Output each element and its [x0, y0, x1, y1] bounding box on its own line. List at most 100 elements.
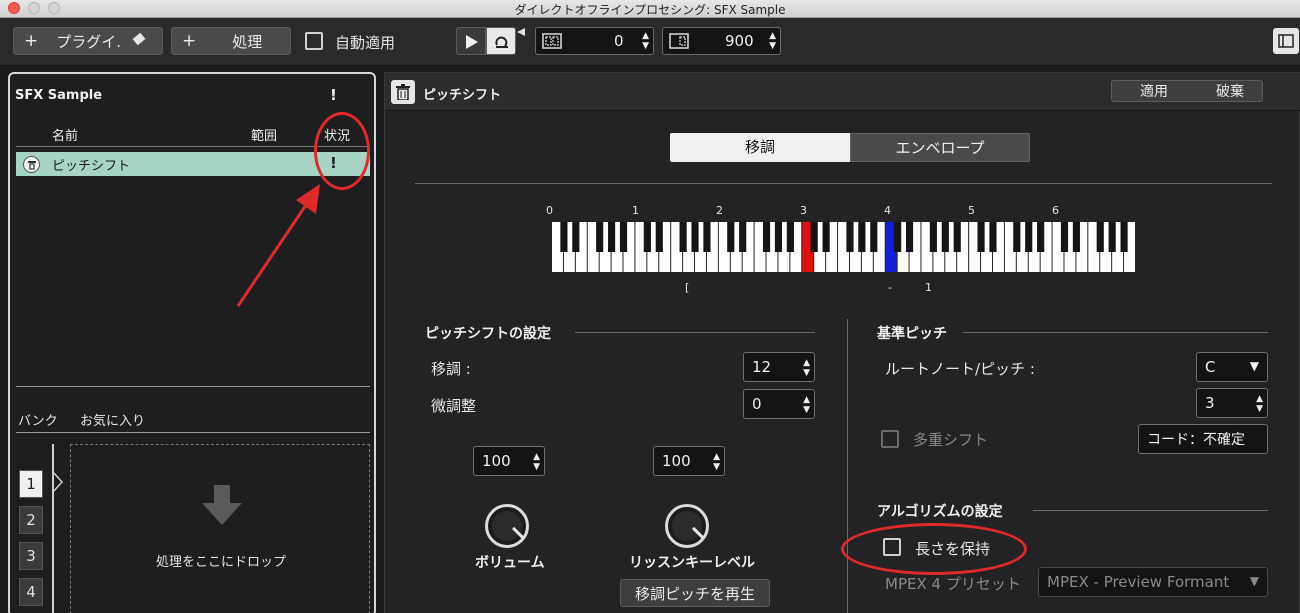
delete-button[interactable] — [391, 80, 415, 104]
black-key[interactable] — [762, 222, 771, 252]
bank-1-button[interactable]: 1 — [19, 470, 43, 498]
pre-roll-value: 0 — [614, 32, 624, 50]
up-down-icon[interactable]: ▲ ▼ — [713, 452, 720, 472]
fine-tune-input[interactable]: 0 ▲ ▼ — [743, 389, 815, 419]
eraser-icon — [131, 31, 147, 51]
black-key[interactable] — [655, 222, 663, 252]
drop-zone-label: 処理をここにドロップ — [155, 555, 286, 570]
transpose-input[interactable]: 12 ▲ ▼ — [743, 352, 815, 382]
black-key[interactable] — [858, 222, 866, 252]
black-key[interactable] — [846, 222, 854, 252]
black-key[interactable] — [786, 222, 794, 252]
mpex-preset-value: MPEX - Preview Formant — [1047, 573, 1230, 591]
black-key[interactable] — [1108, 222, 1116, 252]
dropdown-arrow-icon: ▼ — [1249, 359, 1259, 373]
black-key[interactable] — [572, 222, 580, 252]
up-down-icon[interactable]: ▲ ▼ — [1256, 394, 1263, 414]
black-key[interactable] — [1013, 222, 1021, 252]
black-key[interactable] — [941, 222, 949, 252]
sidebar-icon — [1278, 34, 1294, 48]
black-key[interactable] — [870, 222, 878, 252]
play-icon — [466, 35, 478, 49]
drop-arrow-icon — [202, 485, 242, 525]
black-key[interactable] — [1037, 222, 1045, 252]
play-button[interactable] — [456, 27, 486, 55]
black-key[interactable] — [953, 222, 961, 252]
black-key[interactable] — [989, 222, 997, 252]
octave-label: 6 — [1052, 204, 1059, 217]
piano-keyboard[interactable]: 0 1 2 3 4 5 6 — [546, 204, 1136, 278]
up-down-icon[interactable]: ▲ ▼ — [642, 31, 649, 51]
root-note-label: ルートノート/ピッチ : — [885, 360, 1035, 378]
discard-button[interactable]: 破棄 — [1216, 81, 1244, 101]
up-down-icon[interactable]: ▲ ▼ — [803, 395, 810, 415]
pre-roll-field[interactable]: 0 ▲ ▼ — [535, 27, 654, 55]
black-key[interactable] — [1072, 222, 1080, 252]
apply-button[interactable]: 適用 — [1140, 81, 1168, 101]
post-roll-icon — [669, 33, 689, 49]
listen-level-knob[interactable] — [665, 504, 709, 548]
bank-tab[interactable]: バンク — [18, 410, 58, 429]
bank-2-button[interactable]: 2 — [19, 506, 43, 534]
black-key[interactable] — [1096, 222, 1104, 252]
plugin-button[interactable]: + プラグイ. — [13, 27, 163, 55]
bank-rail — [52, 444, 54, 613]
volume-input[interactable]: 100 ▲ ▼ — [473, 446, 545, 476]
black-key[interactable] — [608, 222, 616, 252]
play-transposed-pitch-button[interactable]: 移調ピッチを再生 — [620, 579, 770, 607]
black-key[interactable] — [1025, 222, 1033, 252]
black-key[interactable] — [929, 222, 937, 252]
volume-knob[interactable] — [485, 504, 529, 548]
black-key[interactable] — [822, 222, 830, 252]
black-key[interactable] — [810, 222, 818, 252]
black-key[interactable] — [703, 222, 711, 252]
tab-envelope[interactable]: エンベロープ — [850, 133, 1030, 162]
process-button[interactable]: + 処理 — [171, 27, 291, 55]
bank-4-button[interactable]: 4 — [19, 578, 43, 606]
bank-pointer-icon — [52, 471, 64, 493]
post-roll-value: 900 — [725, 32, 754, 50]
chord-button[interactable]: コード：不確定 — [1138, 424, 1268, 454]
post-roll-field[interactable]: 900 ▲ ▼ — [662, 27, 781, 55]
process-type-icon — [23, 156, 40, 173]
up-down-icon[interactable]: ▲ ▼ — [769, 31, 776, 51]
black-key[interactable] — [691, 222, 699, 252]
piano-keys[interactable] — [552, 222, 1136, 272]
process-row-name: ピッチシフト — [52, 159, 131, 174]
favorites-tab[interactable]: お気に入り — [80, 410, 145, 429]
warning-icon: ! — [330, 86, 337, 104]
black-key[interactable] — [905, 222, 914, 252]
up-down-icon[interactable]: ▲ ▼ — [803, 358, 810, 378]
mpex-preset-label: MPEX 4 プリセット — [885, 575, 1021, 593]
drop-zone[interactable]: 処理をここにドロップ — [70, 444, 370, 613]
black-key[interactable] — [1060, 222, 1069, 252]
listen-level-input[interactable]: 100 ▲ ▼ — [653, 446, 725, 476]
trash-icon — [396, 84, 410, 100]
black-key[interactable] — [727, 222, 735, 252]
divider — [16, 386, 370, 387]
tab-transpose[interactable]: 移調 — [670, 133, 850, 162]
black-key[interactable] — [560, 222, 568, 252]
root-note-select[interactable]: C ▼ — [1196, 352, 1268, 382]
black-key[interactable] — [679, 222, 687, 252]
panel-toggle-button[interactable] — [1273, 28, 1299, 54]
up-down-icon[interactable]: ▲ ▼ — [533, 452, 540, 472]
mpex-preset-select[interactable]: MPEX - Preview Formant ▼ — [1038, 567, 1268, 597]
black-key[interactable] — [739, 222, 747, 252]
black-key[interactable] — [977, 222, 985, 252]
loop-button[interactable] — [486, 27, 516, 55]
annotation-circle — [841, 523, 1027, 575]
multi-shift-checkbox[interactable] — [881, 430, 899, 448]
bank-3-button[interactable]: 3 — [19, 542, 43, 570]
root-octave-input[interactable]: 3 ▲ ▼ — [1196, 388, 1268, 418]
black-key[interactable] — [596, 222, 604, 252]
black-key[interactable] — [1120, 222, 1128, 252]
process-list-panel: SFX Sample ! 名前 範囲 状況 ピッチシフト ! バンク お気に入り… — [8, 72, 376, 613]
divider — [847, 319, 848, 613]
black-key[interactable] — [774, 222, 783, 252]
plus-icon: + — [24, 31, 39, 51]
black-key[interactable] — [643, 222, 651, 252]
black-key[interactable] — [619, 222, 628, 252]
auto-apply-checkbox[interactable] — [305, 32, 323, 50]
black-key[interactable] — [894, 222, 902, 252]
